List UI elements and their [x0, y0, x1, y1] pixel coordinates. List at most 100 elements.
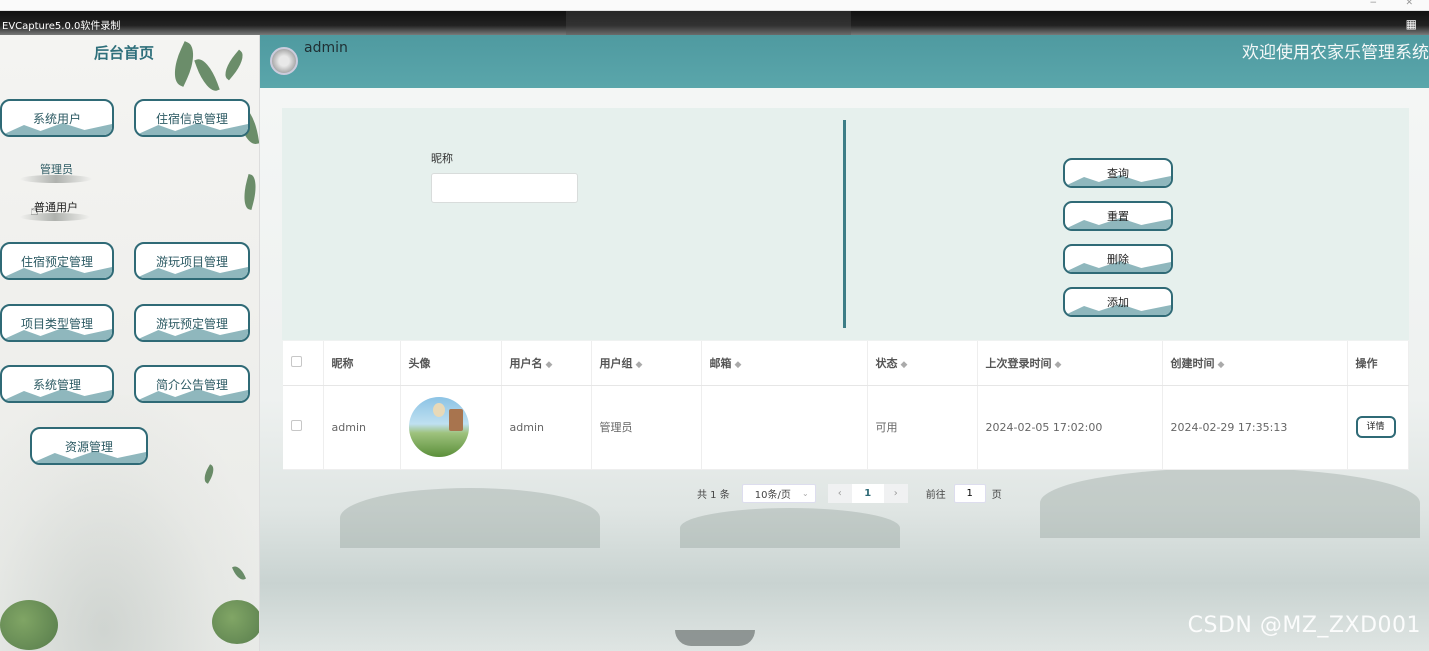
cell-email	[701, 385, 868, 470]
lotus-leaf-icon	[0, 600, 58, 650]
goto-label: 前往	[925, 489, 946, 501]
next-page-button[interactable]: ›	[883, 483, 908, 503]
cell-ops: 详情	[1347, 385, 1409, 470]
sidebar-title[interactable]: 后台首页	[94, 42, 154, 63]
page-number-current[interactable]: 1	[851, 483, 884, 503]
sidebar-item-label: 简介公告管理	[155, 377, 228, 392]
col-email[interactable]: 邮箱 ◆	[701, 341, 868, 386]
minimize-icon[interactable]: −	[1369, 0, 1377, 8]
hill-decoration	[340, 488, 600, 548]
page-size-value: 10条/页	[754, 489, 791, 501]
cell-group: 管理员	[591, 385, 702, 470]
col-group[interactable]: 用户组 ◆	[591, 341, 702, 386]
leaf-decoration-icon	[239, 174, 259, 210]
col-last-login[interactable]: 上次登录时间 ◆	[977, 341, 1163, 386]
csdn-watermark: CSDN @MZ_ZXD001	[1187, 613, 1421, 638]
sidebar-item-label: 资源管理	[64, 439, 113, 454]
col-ops: 操作	[1347, 341, 1409, 386]
sidebar-item-label: 系统管理	[32, 377, 81, 392]
nickname-input[interactable]	[431, 173, 578, 203]
top-header: admin 欢迎使用农家乐管理系统	[260, 35, 1429, 88]
user-table: 昵称 头像 用户名 ◆ 用户组 ◆ 邮箱 ◆ 状态 ◆ 上次登录时间 ◆ 创建时间 ◆ 操作…	[283, 341, 1409, 470]
header-avatar[interactable]	[270, 47, 298, 75]
col-username-label: 用户名	[509, 356, 543, 370]
header-username: admin	[304, 40, 348, 56]
sort-icon[interactable]: ◆	[1218, 360, 1225, 370]
sidebar-item-system-users[interactable]: 系统用户	[0, 99, 114, 137]
sidebar-item-lodging-booking[interactable]: 住宿预定管理	[0, 242, 114, 280]
reset-button-label: 重置	[1107, 210, 1129, 223]
chevron-left-icon: ‹	[837, 487, 842, 499]
sidebar-item-label: 住宿信息管理	[155, 111, 228, 126]
sidebar-item-lodging-info[interactable]: 住宿信息管理	[134, 99, 250, 137]
chevron-down-icon: ⌄	[802, 488, 809, 498]
col-created-label: 创建时间	[1170, 356, 1215, 370]
col-username[interactable]: 用户名 ◆	[501, 341, 592, 386]
select-all-checkbox[interactable]	[291, 355, 302, 367]
sidebar-item-label: 系统用户	[32, 111, 81, 126]
panel-divider	[843, 120, 846, 328]
nickname-label: 昵称	[431, 152, 453, 165]
sidebar-item-resource-management[interactable]: 资源管理	[30, 427, 148, 465]
page-suffix: 页	[991, 489, 1002, 501]
reset-button[interactable]: 重置	[1063, 201, 1173, 231]
window-top-strip: − ✕	[0, 0, 1429, 11]
sidebar-item-label: 项目类型管理	[20, 316, 93, 331]
query-button-label: 查询	[1107, 167, 1129, 180]
user-avatar[interactable]	[408, 397, 469, 457]
col-created[interactable]: 创建时间 ◆	[1162, 341, 1348, 386]
sort-icon[interactable]: ◆	[735, 360, 742, 370]
sidebar-item-system-management[interactable]: 系统管理	[0, 365, 114, 403]
col-last-login-label: 上次登录时间	[985, 356, 1052, 370]
sidebar: 后台首页 系统用户 住宿信息管理 管理员 普通用户 ☝ 住宿预定管理 游玩项目管…	[0, 35, 260, 651]
cell-username: admin	[501, 385, 592, 470]
sidebar-item-label: 住宿预定管理	[20, 254, 93, 269]
select-all-cell	[283, 341, 324, 386]
sidebar-item-project-types[interactable]: 项目类型管理	[0, 304, 114, 342]
add-button[interactable]: 添加	[1063, 287, 1173, 317]
sidebar-item-play-projects[interactable]: 游玩项目管理	[134, 242, 250, 280]
sidebar-item-notice-management[interactable]: 简介公告管理	[134, 365, 250, 403]
grid-icon[interactable]: ▦	[1406, 17, 1417, 31]
add-button-label: 添加	[1107, 296, 1129, 309]
cell-created: 2024-02-29 17:35:13	[1162, 385, 1348, 470]
page-size-select[interactable]: 10条/页 ⌄	[741, 483, 816, 503]
sort-icon[interactable]: ◆	[901, 360, 908, 370]
cell-avatar	[400, 385, 502, 470]
pagination-total: 共 1 条	[697, 489, 730, 501]
lotus-leaf-icon	[212, 600, 259, 644]
submenu-item-normal-user[interactable]: 普通用户	[34, 199, 78, 215]
welcome-text: 欢迎使用农家乐管理系统	[1242, 43, 1429, 63]
sidebar-item-label: 游玩预定管理	[155, 316, 228, 331]
prev-page-button[interactable]: ‹	[827, 483, 852, 503]
row-checkbox[interactable]	[291, 420, 302, 431]
col-nickname: 昵称	[323, 341, 401, 386]
delete-button-label: 删除	[1107, 253, 1129, 266]
col-status-label: 状态	[875, 356, 898, 370]
sort-icon[interactable]: ◆	[636, 360, 643, 370]
col-status[interactable]: 状态 ◆	[867, 341, 978, 386]
hill-decoration	[1040, 468, 1420, 538]
sort-icon[interactable]: ◆	[1055, 360, 1062, 370]
close-icon[interactable]: ✕	[1405, 0, 1413, 8]
sort-icon[interactable]: ◆	[546, 360, 553, 370]
goto-page-input[interactable]	[953, 483, 986, 503]
chevron-right-icon: ›	[893, 487, 898, 499]
row-select-cell	[283, 385, 324, 470]
leaf-decoration-icon	[219, 49, 249, 81]
leaf-decoration-icon	[194, 55, 220, 95]
cell-status: 可用	[867, 385, 978, 470]
cell-last-login: 2024-02-05 17:02:00	[977, 385, 1163, 470]
pagination: 共 1 条 10条/页 ⌄ ‹ 1 › 前往 页	[697, 483, 1002, 503]
pointer-cursor-icon: ☝	[30, 203, 39, 219]
detail-button[interactable]: 详情	[1355, 416, 1396, 438]
delete-button[interactable]: 删除	[1063, 244, 1173, 274]
query-button[interactable]: 查询	[1063, 158, 1173, 188]
leaf-decoration-icon	[201, 464, 217, 484]
table-row: admin admin 管理员 可用 2024-02-05 17:02:00 2…	[283, 385, 1409, 470]
sidebar-item-play-booking[interactable]: 游玩预定管理	[134, 304, 250, 342]
submenu-item-admin[interactable]: 管理员	[40, 161, 73, 177]
boat-decoration-icon	[675, 630, 755, 646]
table-header-row: 昵称 头像 用户名 ◆ 用户组 ◆ 邮箱 ◆ 状态 ◆ 上次登录时间 ◆ 创建时间 ◆ 操作	[283, 341, 1409, 386]
col-avatar: 头像	[400, 341, 502, 386]
